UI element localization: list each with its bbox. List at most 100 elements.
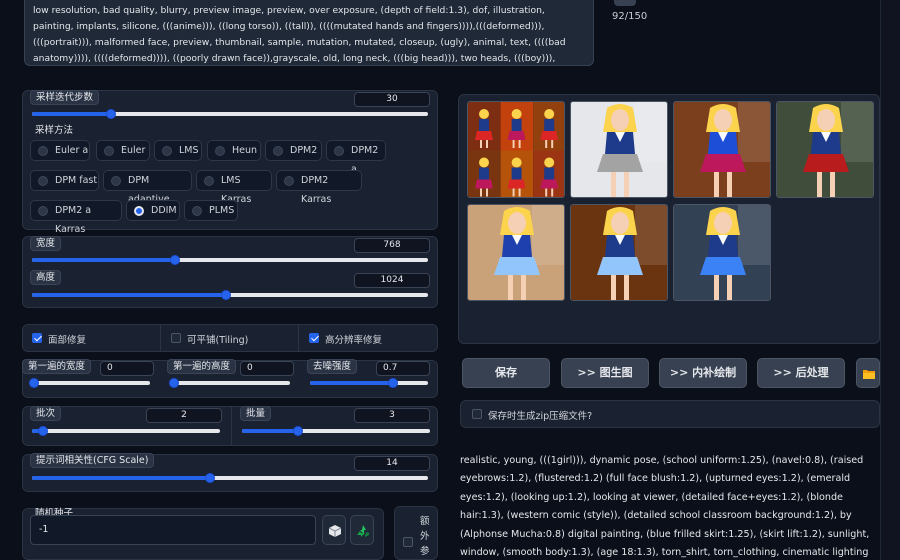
firstpass-width-label: 第一遍的宽度: [22, 359, 92, 374]
height-slider[interactable]: [32, 290, 428, 300]
cfg-scale-slider[interactable]: [32, 473, 428, 483]
gallery-image[interactable]: [467, 204, 565, 301]
radio-dot-selected: [134, 206, 144, 216]
recycle-icon: [357, 525, 369, 537]
cfg-scale-fill: [32, 476, 211, 480]
sampler-option-label: Euler: [121, 145, 146, 156]
gallery-image-art: [674, 205, 770, 300]
negative-prompt-input[interactable]: low resolution, bad quality, blurry, pre…: [24, 0, 594, 66]
open-folder-button[interactable]: [856, 358, 880, 388]
sampler-option-dpm2-a-karras[interactable]: DPM2 a Karras: [30, 200, 122, 235]
gallery-image-art: [777, 102, 873, 197]
width-value[interactable]: 768: [354, 238, 430, 253]
random-seed-button[interactable]: [322, 515, 346, 545]
send-to-extras-button[interactable]: >> 后处理: [757, 358, 845, 388]
gallery-image[interactable]: [673, 101, 771, 198]
sampler-option-dpm2-a[interactable]: DPM2 a: [326, 140, 386, 175]
folder-icon: [863, 370, 875, 379]
send-to-inpaint-button[interactable]: >> 内补绘制: [659, 358, 747, 388]
sampler-option-dpm2[interactable]: DPM2: [265, 140, 322, 161]
generation-info-text: realistic, young, (((1girl))), dynamic p…: [460, 455, 870, 559]
batch-size-slider[interactable]: [242, 426, 430, 436]
width-slider[interactable]: [32, 255, 428, 265]
gallery-image[interactable]: [570, 204, 668, 301]
cfg-scale-value[interactable]: 14: [354, 456, 430, 471]
denoise-label: 去噪强度: [307, 359, 358, 374]
batch-size-value[interactable]: 3: [354, 408, 430, 423]
firstpass-width-value[interactable]: 0: [100, 361, 154, 376]
firstpass-width-thumb[interactable]: [29, 378, 39, 388]
gallery-image-art: [571, 205, 667, 300]
tiling-label: 可平铺(Tiling): [187, 335, 249, 346]
radio-dot: [104, 146, 114, 156]
sampler-option-label: DDIM: [151, 205, 177, 216]
firstpass-width-slider[interactable]: [29, 378, 150, 388]
height-thumb[interactable]: [221, 290, 232, 300]
sampler-option-dpm-fast[interactable]: DPM fast: [30, 170, 99, 191]
sampler-option-lms[interactable]: LMS: [154, 140, 202, 161]
gallery-image[interactable]: [467, 101, 565, 198]
radio-dot: [162, 146, 172, 156]
height-value[interactable]: 1024: [354, 273, 430, 288]
face-restore-label: 面部修复: [48, 335, 87, 346]
batch-count-value[interactable]: 2: [146, 408, 222, 423]
face-restore-checkbox[interactable]: [32, 333, 42, 343]
tiling-checkbox-group[interactable]: 可平铺(Tiling): [160, 324, 298, 352]
send-to-img2img-button[interactable]: >> 图生图: [561, 358, 649, 388]
hires-fix-checkbox[interactable]: [309, 333, 319, 343]
sampler-option-label: PLMS: [209, 205, 235, 216]
radio-dot: [111, 176, 121, 186]
zip-checkbox[interactable]: [472, 409, 482, 419]
width-fill: [32, 258, 175, 262]
sampler-option-dpm-adaptive[interactable]: DPM adaptive: [103, 170, 192, 205]
firstpass-height-thumb[interactable]: [169, 378, 179, 388]
batch-size-fill: [242, 429, 299, 433]
sampler-option-label: Heun: [232, 145, 258, 156]
tiling-checkbox[interactable]: [171, 333, 181, 343]
sampler-option-euler[interactable]: Euler: [96, 140, 150, 161]
prompt-toggle-button[interactable]: [614, 0, 636, 6]
radio-dot: [204, 176, 214, 186]
sampling-steps-value[interactable]: 30: [354, 92, 430, 107]
sampler-option-plms[interactable]: PLMS: [184, 200, 238, 221]
sampler-option-lms-karras[interactable]: LMS Karras: [196, 170, 272, 205]
sampling-steps-slider[interactable]: [32, 109, 428, 119]
gallery-image[interactable]: [570, 101, 668, 198]
radio-dot: [215, 146, 225, 156]
sampler-option-label: DPM2 Karras: [301, 175, 332, 205]
extra-seed-panel: [394, 506, 438, 560]
token-counter: 92/150: [612, 11, 648, 22]
sampler-label: 采样方法: [35, 125, 74, 136]
batch-count-slider[interactable]: [32, 426, 220, 436]
denoise-value[interactable]: 0.7: [376, 361, 430, 376]
denoise-fill: [310, 381, 393, 385]
sampler-option-label: DPM fast: [55, 175, 98, 186]
sampler-option-ddim[interactable]: DDIM: [126, 200, 180, 221]
sampler-option-euler-a[interactable]: Euler a: [30, 140, 90, 161]
reuse-seed-button[interactable]: [350, 515, 374, 545]
save-button[interactable]: 保存: [462, 358, 550, 388]
sampling-steps-fill: [32, 112, 112, 116]
denoise-slider[interactable]: [310, 378, 428, 388]
hires-fix-label: 高分辨率修复: [325, 335, 383, 346]
radio-dot: [192, 206, 202, 216]
hires-fix-checkbox-group[interactable]: 高分辨率修复: [298, 324, 438, 352]
sampler-option-dpm2-karras[interactable]: DPM2 Karras: [276, 170, 362, 205]
gallery-image-art: [468, 205, 564, 300]
firstpass-height-slider[interactable]: [169, 378, 290, 388]
face-restore-checkbox-group[interactable]: 面部修复: [22, 324, 160, 352]
extra-seed-checkbox[interactable]: [403, 537, 413, 547]
gallery-image[interactable]: [776, 101, 874, 198]
seed-value: -1: [39, 524, 49, 535]
dice-icon: [328, 525, 342, 537]
radio-dot: [38, 146, 48, 156]
width-thumb[interactable]: [169, 255, 180, 265]
firstpass-height-value[interactable]: 0: [240, 361, 294, 376]
seed-input[interactable]: -1: [30, 515, 316, 545]
denoise-thumb[interactable]: [387, 378, 398, 388]
page-scrollbar[interactable]: [880, 0, 900, 560]
gallery-image[interactable]: [673, 204, 771, 301]
gallery-image-grid: [468, 102, 564, 197]
sampler-option-heun[interactable]: Heun: [207, 140, 261, 161]
radio-dot: [334, 146, 344, 156]
